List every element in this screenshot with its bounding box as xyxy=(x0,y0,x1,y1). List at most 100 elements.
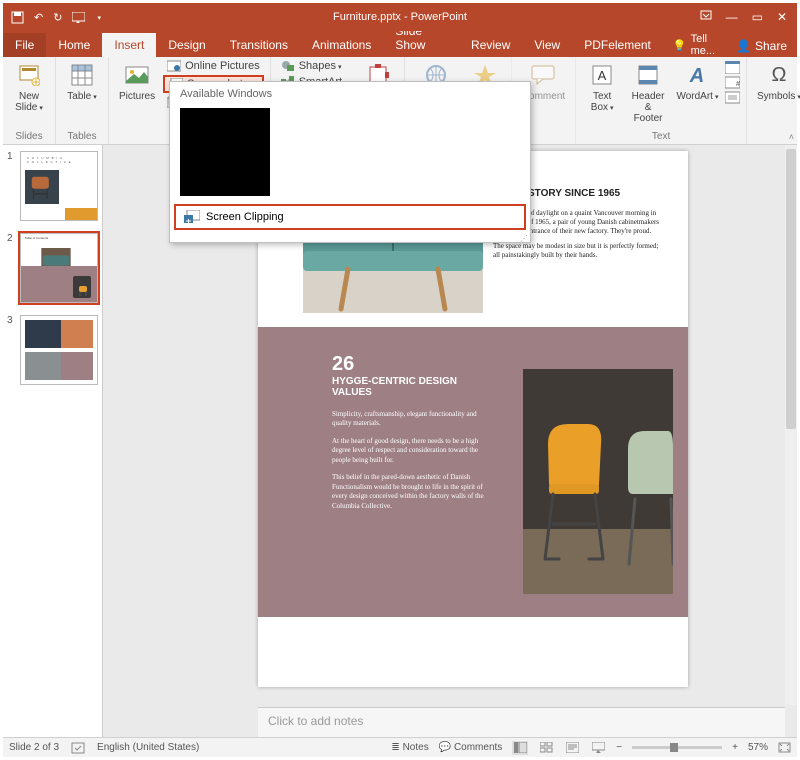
ribbon-options-icon[interactable] xyxy=(700,10,712,24)
comments-toggle[interactable]: 💬 Comments xyxy=(439,742,503,753)
slideshow-view-icon[interactable] xyxy=(590,741,606,755)
online-pictures-label: Online Pictures xyxy=(185,60,260,72)
collapse-ribbon-icon[interactable]: ˄ xyxy=(789,132,794,142)
shapes-icon xyxy=(281,60,295,72)
wordart-icon: A xyxy=(683,61,711,89)
screen-clipping-item[interactable]: Screen Clipping xyxy=(174,204,526,230)
tab-animations[interactable]: Animations xyxy=(300,33,383,57)
table-label: Table xyxy=(67,91,96,102)
zoom-knob[interactable] xyxy=(670,743,678,752)
tell-me-search[interactable]: 💡Tell me... xyxy=(673,33,726,57)
tab-view[interactable]: View xyxy=(522,33,572,57)
pictures-icon xyxy=(123,61,151,89)
section-2-p2: At the heart of good design, there needs… xyxy=(332,437,492,465)
zoom-slider[interactable] xyxy=(632,746,722,749)
redo-icon[interactable]: ↻ xyxy=(53,11,62,24)
shapes-label: Shapes xyxy=(299,60,342,72)
ribbon-tabs: File Home Insert Design Transitions Anim… xyxy=(3,31,797,57)
normal-view-icon[interactable] xyxy=(512,741,528,755)
close-icon[interactable]: ✕ xyxy=(777,10,787,24)
table-button[interactable]: Table xyxy=(62,59,102,104)
header-footer-button[interactable]: Header & Footer xyxy=(626,59,670,126)
section-2-number: 26 xyxy=(332,353,492,376)
slide-thumb-2[interactable]: 2 Table of Contents xyxy=(7,233,98,303)
slide-thumb-1[interactable]: 1 C O L U M B I AC O L L E C T I V E xyxy=(7,151,98,221)
slides-panel[interactable]: 1 C O L U M B I AC O L L E C T I V E 2 T… xyxy=(3,145,103,737)
notes-pane[interactable]: Click to add notes xyxy=(258,707,785,737)
language-status[interactable]: English (United States) xyxy=(97,742,199,753)
tab-transitions[interactable]: Transitions xyxy=(218,33,300,57)
date-time-icon[interactable] xyxy=(725,61,740,74)
slide-2-preview: Table of Contents xyxy=(20,233,98,303)
sorter-view-icon[interactable] xyxy=(538,741,554,755)
spellcheck-icon[interactable] xyxy=(71,742,85,754)
screen-clipping-icon xyxy=(184,210,200,224)
title-bar: ↶ ↻ Furniture.pptx - PowerPoint — ▭ ✕ xyxy=(3,3,797,31)
scrollbar-thumb[interactable] xyxy=(786,149,796,429)
group-symbols: ΩSymbols xyxy=(747,57,800,144)
tab-insert[interactable]: Insert xyxy=(102,33,156,57)
mauve-block[interactable]: 26 HYGGE-CENTRIC DESIGN VALUES Simplicit… xyxy=(258,327,688,617)
share-label: Share xyxy=(755,39,787,53)
tab-design[interactable]: Design xyxy=(156,33,217,57)
textbox-button[interactable]: AText Box xyxy=(582,59,622,115)
slide-counter[interactable]: Slide 2 of 3 xyxy=(9,742,59,753)
save-icon[interactable] xyxy=(11,11,24,24)
new-slide-icon xyxy=(15,61,43,89)
new-slide-button[interactable]: New Slide xyxy=(9,59,49,115)
zoom-percent[interactable]: 57% xyxy=(748,742,768,753)
person-icon: 👤 xyxy=(736,39,751,53)
pictures-button[interactable]: Pictures xyxy=(115,59,159,104)
new-slide-label: New Slide xyxy=(15,91,43,113)
group-label-tables: Tables xyxy=(68,130,97,144)
section-2-p3: This belief in the pared-down aesthetic … xyxy=(332,473,492,511)
window-thumbnail[interactable] xyxy=(180,108,270,196)
window-title: Furniture.pptx - PowerPoint xyxy=(3,11,797,23)
start-slideshow-icon[interactable] xyxy=(72,12,85,23)
slide-number: 1 xyxy=(7,151,17,221)
zoom-in-icon[interactable]: + xyxy=(732,742,738,753)
svg-text:#: # xyxy=(736,81,740,88)
reading-view-icon[interactable] xyxy=(564,741,580,755)
header-footer-icon xyxy=(634,61,662,89)
group-label-symbols xyxy=(778,130,781,144)
qat-customize-icon[interactable] xyxy=(95,11,101,23)
wordart-label: WordArt xyxy=(676,91,718,102)
dropdown-header: Available Windows xyxy=(170,82,530,104)
wordart-button[interactable]: A WordArt xyxy=(674,59,721,104)
section-2-text[interactable]: 26 HYGGE-CENTRIC DESIGN VALUES Simplicit… xyxy=(332,353,492,519)
zoom-out-icon[interactable]: − xyxy=(616,742,622,753)
symbols-button[interactable]: ΩSymbols xyxy=(753,59,800,104)
comment-icon xyxy=(529,61,557,89)
slide-number-icon[interactable]: # xyxy=(725,76,740,89)
group-label-comments xyxy=(542,130,545,144)
status-bar: Slide 2 of 3 English (United States) ≣ N… xyxy=(3,737,797,757)
fit-window-icon[interactable] xyxy=(778,742,791,753)
svg-text:A: A xyxy=(689,65,704,86)
vertical-scrollbar[interactable] xyxy=(785,145,797,705)
group-text: AText Box Header & Footer A WordArt # Tex… xyxy=(576,57,747,144)
tab-file[interactable]: File xyxy=(3,33,46,57)
shapes-button[interactable]: Shapes xyxy=(277,59,346,73)
window-controls: — ▭ ✕ xyxy=(690,10,797,24)
screenshot-dropdown: Available Windows Screen Clipping ⋰ xyxy=(169,81,531,243)
dropdown-resize-grip[interactable]: ⋰ xyxy=(170,234,530,242)
quick-access-toolbar: ↶ ↻ xyxy=(3,11,109,24)
share-button[interactable]: 👤 Share xyxy=(726,35,797,57)
textbox-label: Text Box xyxy=(591,91,614,113)
maximize-icon[interactable]: ▭ xyxy=(752,10,763,24)
undo-icon[interactable]: ↶ xyxy=(34,11,43,24)
online-pictures-button[interactable]: Online Pictures xyxy=(163,59,264,73)
minimize-icon[interactable]: — xyxy=(726,10,738,24)
notes-toggle[interactable]: ≣ Notes xyxy=(391,742,428,753)
header-footer-label: Header & Footer xyxy=(630,91,666,124)
chair-image[interactable] xyxy=(523,369,673,594)
object-icon[interactable] xyxy=(725,91,740,104)
tab-pdfelement[interactable]: PDFelement xyxy=(572,33,663,57)
slide-thumb-3[interactable]: 3 xyxy=(7,315,98,385)
tab-review[interactable]: Review xyxy=(459,33,522,57)
group-tables: Table Tables xyxy=(56,57,109,144)
tab-home[interactable]: Home xyxy=(46,33,102,57)
slide-1-preview: C O L U M B I AC O L L E C T I V E xyxy=(20,151,98,221)
pictures-label: Pictures xyxy=(119,91,155,102)
